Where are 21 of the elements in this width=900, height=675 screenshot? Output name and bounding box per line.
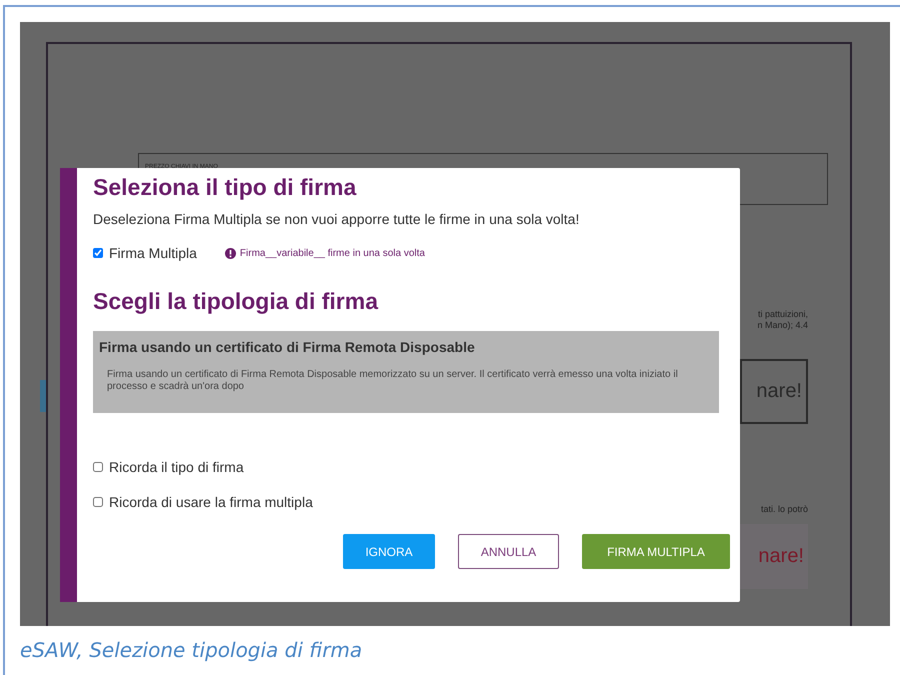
remember-checkbox[interactable]: Ricorda di usare la firma multipla xyxy=(93,494,730,510)
info-icon xyxy=(224,248,236,258)
document-text: tati. lo potrò xyxy=(760,504,808,514)
figure-caption: eSAW, Selezione tipologia di firma xyxy=(20,638,364,662)
section-title: Scegli la tipologia di firma xyxy=(93,288,380,315)
checkbox[interactable] xyxy=(93,462,103,472)
signature-option[interactable] xyxy=(93,331,719,413)
remember-checkbox[interactable]: Ricorda il tipo di firma xyxy=(93,459,730,475)
option-title: Firma usando un certificato di Firma Remota Disposable xyxy=(99,339,476,355)
document-text: ti pattuizioni, n Mano); 4.4 xyxy=(757,309,808,331)
dialog-title: Seleziona il tipo di firma xyxy=(93,174,358,201)
checkbox-label: Ricorda il tipo di firma xyxy=(109,459,244,475)
checkbox[interactable] xyxy=(93,248,103,258)
checkbox-label: Firma Multipla xyxy=(109,245,197,261)
dialog-subtitle: Deseleziona Firma Multipla se non vuoi apporre tutte le firme in una sola volta! xyxy=(93,211,580,227)
info-text: Firma__variabile__ firme in una sola volta xyxy=(240,248,425,258)
checkbox[interactable] xyxy=(93,497,103,507)
multiple-signature-checkbox[interactable]: Firma Multipla xyxy=(93,245,197,261)
dialog-button[interactable]: ANNULLA xyxy=(458,534,559,569)
option-description: Firma usando un certificato di Firma Remota Disposable memorizzato su un server. Il certificato verrà emesso una volta iniziato il processo e scadrà un'ora dopo xyxy=(107,369,679,393)
checkbox-label: Ricorda di usare la firma multipla xyxy=(109,494,313,510)
